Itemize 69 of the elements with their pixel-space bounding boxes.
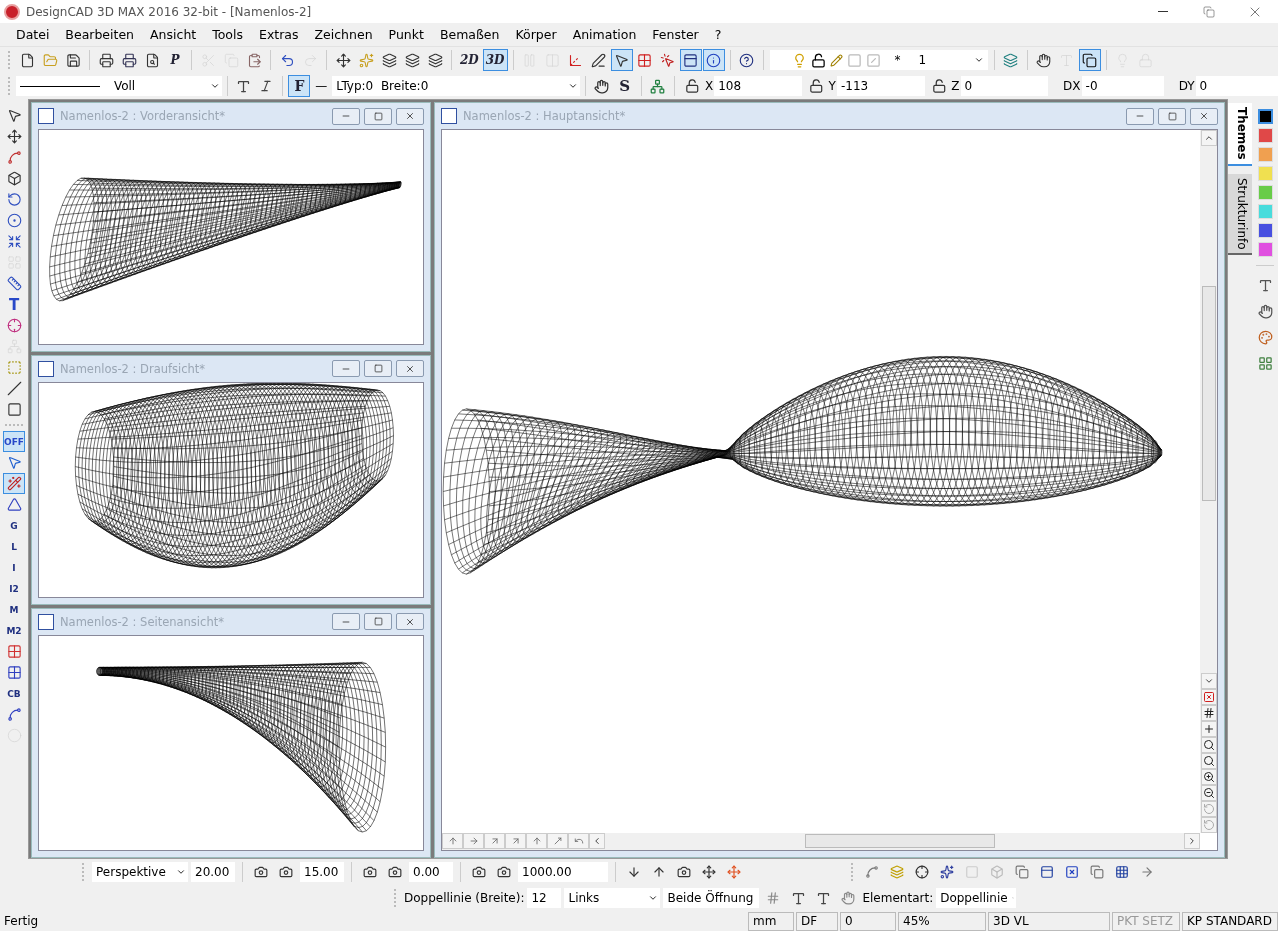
line-style-dropdown[interactable]: LTyp:0 Breite:0 [332, 76, 580, 96]
align-dropdown[interactable]: Links [564, 888, 661, 908]
menu-item[interactable]: Tools [204, 27, 251, 42]
linetype-value: Voll [113, 79, 136, 93]
coordinate-label: DX [1063, 79, 1081, 93]
status-cell: PKT SETZ [1112, 911, 1180, 931]
coordinate-label: X [704, 79, 714, 93]
bold-button[interactable]: F [288, 75, 311, 97]
view-value-field[interactable]: 0.00 [409, 862, 453, 882]
status-message: Fertig [3, 914, 40, 928]
toolbar-button[interactable]: 3D [482, 49, 508, 71]
window-title: Namenlos-2 : Hauptansicht* [463, 109, 626, 123]
menu-item[interactable]: Fenster [644, 27, 707, 42]
window-title: DesignCAD 3D MAX 2016 32-bit - [Namenlos-2] [26, 4, 312, 19]
coordinate-field[interactable]: -0 [1081, 76, 1164, 96]
status-cell: 45% [898, 911, 986, 931]
menu-item[interactable]: ? [706, 27, 730, 42]
window-title: Namenlos-2 : Draufsicht* [60, 361, 206, 376]
menu-item[interactable]: Punkt [380, 27, 432, 42]
width-field[interactable]: 12 [527, 888, 562, 908]
snap-tool[interactable]: M2 [3, 620, 25, 641]
menu-item[interactable]: Zeichnen [306, 27, 381, 42]
snap-tool[interactable]: I2 [3, 578, 25, 599]
menu-item[interactable]: Bearbeiten [57, 27, 143, 42]
status-cell: KP STANDARD [1182, 911, 1278, 931]
coordinate-field[interactable]: -113 [836, 76, 925, 96]
linetype-dropdown[interactable]: Voll [15, 76, 222, 96]
menu-item[interactable]: Ansicht [142, 27, 205, 42]
menu-item[interactable]: Körper [507, 27, 565, 42]
coordinate-label: Z [951, 79, 960, 93]
projection-dropdown[interactable]: Perspektive [92, 862, 188, 882]
coordinate-field[interactable]: 0 [1195, 76, 1278, 96]
view-value-field[interactable]: 1000.00 [518, 862, 608, 882]
snap-tool[interactable]: I [3, 557, 25, 578]
coordinate-field[interactable]: 0 [960, 76, 1049, 96]
coordinate-label: DY [1178, 79, 1195, 93]
status-cell: 0 [840, 911, 896, 931]
window-title: Namenlos-2 : Vorderansicht* [60, 109, 226, 123]
element-type-label: Elementart: [862, 891, 934, 905]
layer-name: * [894, 53, 901, 67]
menu-item[interactable]: Animation [564, 27, 645, 42]
element-type-dropdown[interactable]: Doppellinie [936, 888, 1017, 908]
snap-tool[interactable]: M [3, 599, 25, 620]
toolbar-button[interactable]: P [164, 49, 186, 71]
double-line-label: Doppellinie (Breite): [404, 891, 525, 905]
style-button[interactable]: S [613, 75, 636, 97]
status-cell: DF [796, 911, 838, 931]
side-tab[interactable]: Strukturinfo [1228, 173, 1252, 256]
layer-dropdown[interactable]: * 1 [768, 49, 989, 71]
status-cell: mm [748, 911, 794, 931]
side-tab[interactable]: Themes [1228, 103, 1252, 166]
tool-button[interactable]: OFF [3, 431, 25, 452]
coordinate-field[interactable]: 108 [714, 76, 803, 96]
view-value-field[interactable]: 20.00 [191, 862, 235, 882]
window-title: Namenlos-2 : Seitenansicht* [60, 614, 224, 629]
coordinate-label: Y [828, 79, 836, 93]
snap-tool[interactable]: G [3, 515, 25, 536]
menu-item[interactable]: Extras [251, 27, 307, 42]
snap-tool[interactable]: L [3, 536, 25, 557]
tool-button[interactable]: T [3, 294, 25, 315]
menu-item[interactable]: Datei [8, 27, 58, 42]
toolbar-button[interactable]: 2D [457, 49, 482, 71]
dash-label: — [315, 79, 328, 93]
menu-item[interactable]: Bemaßen [431, 27, 508, 42]
layer-number: 1 [918, 53, 927, 67]
opening-dropdown[interactable]: Beide Öffnung [663, 888, 760, 908]
snap-tool[interactable]: CB [3, 683, 25, 704]
view-value-field[interactable]: 15.00 [300, 862, 344, 882]
status-cell: 3D VL [988, 911, 1110, 931]
